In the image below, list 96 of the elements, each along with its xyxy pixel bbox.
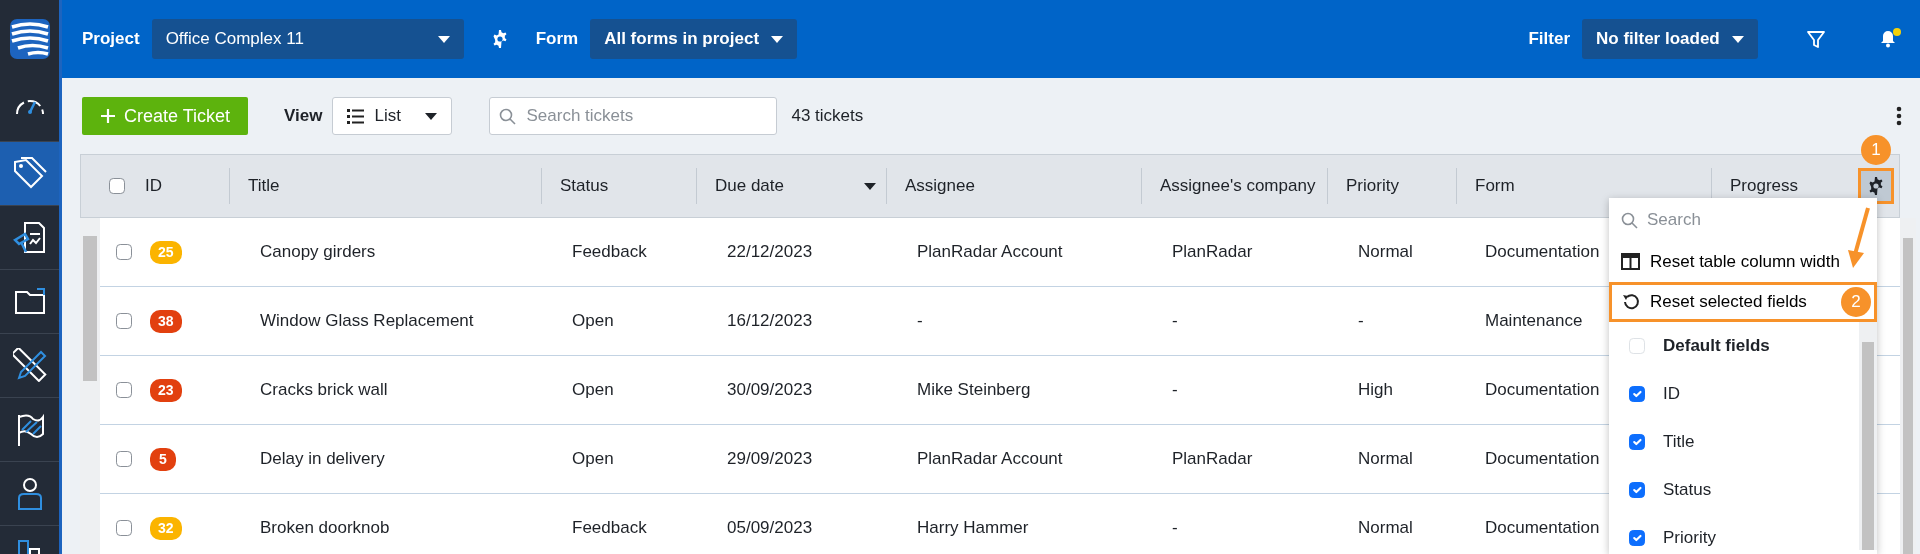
row-checkbox[interactable] bbox=[116, 520, 132, 536]
table-cell: Normal bbox=[1358, 518, 1413, 538]
row-checkbox[interactable] bbox=[116, 313, 132, 329]
field-checkbox[interactable] bbox=[1629, 386, 1645, 402]
table-cell: Feedback bbox=[572, 518, 647, 538]
table-cell: - bbox=[917, 311, 923, 331]
search-field[interactable]: Search tickets bbox=[489, 97, 778, 135]
column-header[interactable]: Assignee bbox=[905, 173, 975, 199]
filter-icon[interactable] bbox=[1806, 29, 1826, 49]
table-cell: - bbox=[1358, 311, 1364, 331]
column-header[interactable]: Form bbox=[1475, 173, 1515, 199]
table-cell: 29/09/2023 bbox=[727, 449, 813, 469]
table-cell: Harry Hammer bbox=[917, 518, 1029, 538]
table-cell: Documentation bbox=[1485, 449, 1600, 469]
sidebar-item[interactable] bbox=[0, 142, 59, 206]
table-cell: 22/12/2023 bbox=[727, 242, 813, 262]
table-cell: Open bbox=[572, 380, 614, 400]
scrollbar-track[interactable] bbox=[1859, 322, 1877, 550]
table-cell: - bbox=[1172, 380, 1178, 400]
table-cell: Documentation bbox=[1485, 518, 1600, 538]
table-cell: Canopy girders bbox=[260, 242, 376, 262]
field-label: Default fields bbox=[1663, 335, 1770, 358]
table-cell: Window Glass Replacement bbox=[260, 311, 474, 331]
scrollbar-thumb[interactable] bbox=[83, 236, 97, 381]
form-dropdown[interactable]: All forms in project bbox=[590, 19, 798, 59]
table-cell: 30/09/2023 bbox=[727, 380, 813, 400]
row-checkbox[interactable] bbox=[116, 382, 132, 398]
column-settings-button[interactable] bbox=[1861, 171, 1891, 201]
table-cell: Normal bbox=[1358, 449, 1413, 469]
ticket-id-badge: 23 bbox=[150, 378, 182, 402]
filter-dropdown[interactable]: No filter loaded bbox=[1582, 19, 1758, 59]
table-cell: PlanRadar bbox=[1172, 449, 1253, 469]
caret-icon bbox=[425, 112, 438, 120]
reset-icon bbox=[1621, 293, 1640, 311]
column-header[interactable]: Title bbox=[248, 173, 280, 199]
menu-search-field[interactable]: Search bbox=[1609, 198, 1877, 242]
field-label: Priority bbox=[1663, 527, 1716, 550]
field-checkbox[interactable] bbox=[1629, 530, 1645, 546]
table-cell: PlanRadar Account bbox=[917, 242, 1063, 262]
callout-badge: 1 bbox=[1861, 135, 1891, 165]
field-label: Title bbox=[1663, 431, 1695, 454]
table-columns-icon bbox=[1621, 253, 1640, 271]
field-checkbox[interactable] bbox=[1629, 434, 1645, 450]
column-header[interactable]: Progress bbox=[1730, 173, 1799, 199]
column-header[interactable]: Assignee's company bbox=[1160, 173, 1316, 199]
callout-arrow bbox=[1848, 206, 1870, 270]
table-cell: 16/12/2023 bbox=[727, 311, 813, 331]
table-cell: Normal bbox=[1358, 242, 1413, 262]
column-header[interactable]: Status bbox=[560, 173, 609, 199]
table-cell: PlanRadar Account bbox=[917, 449, 1063, 469]
column-header[interactable]: Due date bbox=[715, 173, 784, 199]
table-cell: High bbox=[1358, 380, 1393, 400]
table-cell: - bbox=[1172, 518, 1178, 538]
ruler-pencil-icon bbox=[12, 348, 47, 382]
table-cell: Open bbox=[572, 311, 614, 331]
table-cell: Cracks brick wall bbox=[260, 380, 388, 400]
ticket-id-badge: 5 bbox=[150, 447, 176, 471]
table-cell: PlanRadar bbox=[1172, 242, 1253, 262]
project-dropdown[interactable]: Office Complex 11 bbox=[151, 19, 464, 59]
field-label: Filter bbox=[1528, 28, 1570, 51]
menu-item[interactable]: Reset table column width bbox=[1609, 242, 1877, 282]
view-label: View bbox=[284, 105, 323, 128]
more-options-icon[interactable] bbox=[1896, 106, 1902, 126]
field-checkbox[interactable] bbox=[1629, 482, 1645, 498]
list-icon bbox=[347, 107, 365, 125]
table-cell: Maintenance bbox=[1485, 311, 1583, 331]
view-dropdown[interactable]: List bbox=[332, 97, 453, 135]
ticket-id-badge: 25 bbox=[150, 240, 182, 264]
field-label: Form bbox=[535, 28, 579, 51]
table-cell: Open bbox=[572, 449, 614, 469]
row-checkbox[interactable] bbox=[116, 244, 132, 260]
column-header[interactable]: Priority bbox=[1346, 173, 1399, 199]
ticket-id-badge: 38 bbox=[150, 309, 182, 333]
caret-icon bbox=[1732, 35, 1744, 43]
table-cell: Broken doorknob bbox=[260, 518, 390, 538]
field-label: Project bbox=[82, 28, 140, 51]
document-tools-icon bbox=[12, 220, 47, 254]
table-cell: Documentation bbox=[1485, 242, 1600, 262]
ticket-id-badge: 32 bbox=[150, 516, 182, 540]
logo-icon[interactable] bbox=[9, 19, 50, 59]
caret-icon bbox=[771, 35, 784, 43]
caret-icon bbox=[437, 35, 450, 43]
plus-icon bbox=[100, 108, 116, 124]
table-cell: Mike Steinberg bbox=[917, 380, 1031, 400]
select-all-checkbox[interactable] bbox=[109, 178, 125, 194]
ticket-count: 43 tickets bbox=[791, 105, 864, 128]
table-cell: Feedback bbox=[572, 242, 647, 262]
table-cell: Documentation bbox=[1485, 380, 1600, 400]
table-cell: 05/09/2023 bbox=[727, 518, 813, 538]
row-checkbox[interactable] bbox=[116, 451, 132, 467]
tags-icon bbox=[11, 156, 48, 190]
field-label: Status bbox=[1663, 479, 1712, 502]
table-cell: - bbox=[1172, 311, 1178, 331]
column-header[interactable]: ID bbox=[145, 173, 162, 199]
field-label: ID bbox=[1663, 383, 1680, 406]
table-cell: Delay in delivery bbox=[260, 449, 385, 469]
